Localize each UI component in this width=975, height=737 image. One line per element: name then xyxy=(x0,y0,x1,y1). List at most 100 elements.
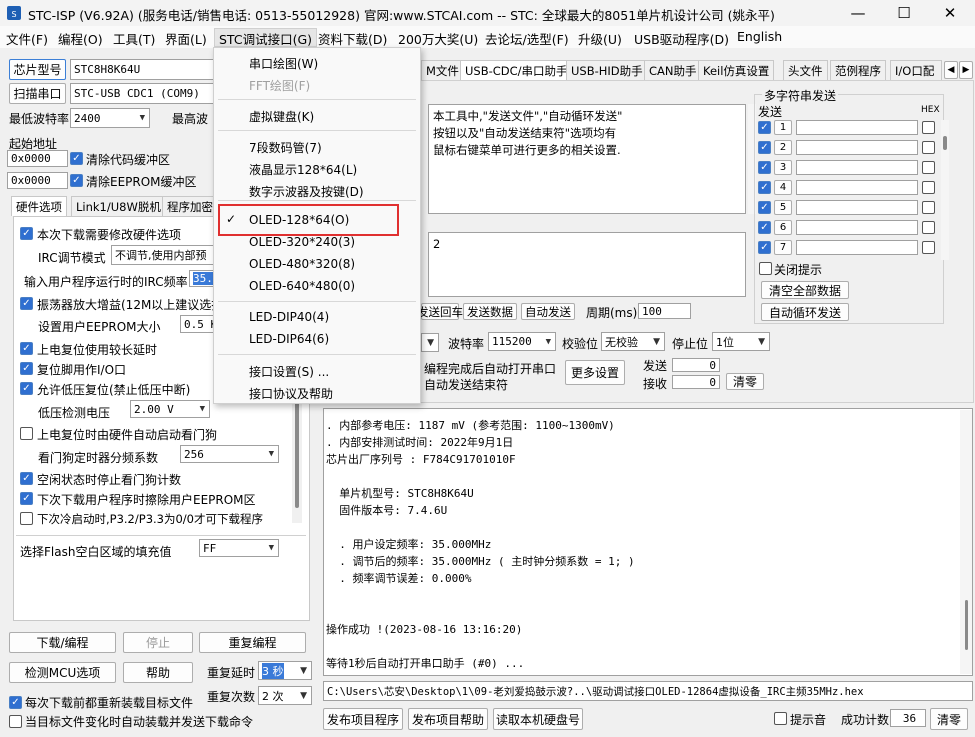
menu-tools[interactable]: 工具(T) xyxy=(113,29,155,48)
repeat-delay-select[interactable]: 3 秒 ▼ xyxy=(258,661,312,680)
check-mcu-button[interactable]: 检测MCU选项 xyxy=(9,662,116,683)
beep-checkbox[interactable] xyxy=(774,712,787,725)
tab-scroll-left-icon[interactable]: ◀ xyxy=(944,61,958,79)
menu-item-7seg[interactable]: 7段数码管(7) xyxy=(249,139,322,156)
multi-string-input[interactable] xyxy=(796,200,918,215)
multi-hex-checkbox[interactable] xyxy=(922,181,935,194)
menu-item-fft-plot[interactable]: FFT绘图(F) xyxy=(249,77,310,94)
osc-gain-checkbox[interactable]: ✓ xyxy=(20,297,33,310)
menu-item-led-dip40[interactable]: LED-DIP40(4) xyxy=(249,310,329,324)
maximize-button[interactable]: ☐ xyxy=(881,0,927,26)
menu-item-serial-plot[interactable]: 串口绘图(W) xyxy=(249,55,318,72)
port-settings-select[interactable]: ▼ xyxy=(421,333,439,352)
reprogram-button[interactable]: 重复编程 xyxy=(199,632,306,653)
min-baud-select[interactable]: 2400 ▼ xyxy=(70,108,150,128)
reload-each-checkbox[interactable]: ✓ xyxy=(9,696,22,709)
menu-item-led-dip64[interactable]: LED-DIP64(6) xyxy=(249,332,329,346)
stop-bits-select[interactable]: 1位 ▼ xyxy=(712,332,770,351)
publish-help-button[interactable]: 发布项目帮助 xyxy=(408,708,488,730)
tab-examples[interactable]: 范例程序 xyxy=(830,60,886,80)
repeat-count-select[interactable]: 2 次 ▼ xyxy=(258,686,312,705)
close-button[interactable]: ✕ xyxy=(927,0,973,26)
menu-upgrade[interactable]: 升级(U) xyxy=(578,29,622,48)
auto-send-button[interactable]: 自动发送 xyxy=(521,303,575,320)
multi-hex-checkbox[interactable] xyxy=(922,141,935,154)
multi-hex-checkbox[interactable] xyxy=(922,121,935,134)
idle-wdt-checkbox[interactable]: ✓ xyxy=(20,472,33,485)
start-address-field-1[interactable]: 0x0000 xyxy=(7,150,68,167)
multi-send-button[interactable]: 4 xyxy=(774,180,792,195)
read-disk-button[interactable]: 读取本机硬盘号 xyxy=(493,708,583,730)
multi-send-checkbox[interactable]: ✓ xyxy=(758,241,771,254)
auto-loop-button[interactable]: 自动循环发送 xyxy=(761,303,849,321)
eeprom-size-select[interactable]: 0.5 K xyxy=(180,315,216,333)
tab-encryption[interactable]: 程序加密 xyxy=(162,196,218,216)
low-volt-select[interactable]: 2.00 V ▼ xyxy=(130,400,210,418)
clear-success-button[interactable]: 清零 xyxy=(930,708,968,730)
irc-freq-input[interactable]: 35.0 xyxy=(189,270,216,287)
multi-send-checkbox[interactable]: ✓ xyxy=(758,141,771,154)
menu-item-interface-settings[interactable]: 接口设置(S) ... xyxy=(249,363,329,380)
multi-send-checkbox[interactable]: ✓ xyxy=(758,161,771,174)
clear-code-checkbox[interactable]: ✓ xyxy=(70,152,83,165)
clear-eeprom-checkbox[interactable]: ✓ xyxy=(70,174,83,187)
menu-file[interactable]: 文件(F) xyxy=(6,29,48,48)
menu-item-oled-640x480[interactable]: OLED-640*480(0) xyxy=(249,279,355,293)
multi-string-input[interactable] xyxy=(796,180,918,195)
publish-project-button[interactable]: 发布项目程序 xyxy=(323,708,403,730)
tab-usb-hid[interactable]: USB-HID助手 xyxy=(566,60,648,80)
multi-hex-checkbox[interactable] xyxy=(922,161,935,174)
multi-hex-checkbox[interactable] xyxy=(922,241,935,254)
multi-send-checkbox[interactable]: ✓ xyxy=(758,181,771,194)
more-settings-button[interactable]: 更多设置 xyxy=(565,360,625,385)
long-reset-checkbox[interactable]: ✓ xyxy=(20,342,33,355)
menu-item-virtual-keyboard[interactable]: 虚拟键盘(K) xyxy=(249,108,314,125)
menu-item-oled-128x64[interactable]: OLED-128*64(O) xyxy=(249,213,349,227)
scan-port-button[interactable]: 扫描串口 xyxy=(9,83,66,104)
download-button[interactable]: 下载/编程 xyxy=(9,632,116,653)
send-return-button[interactable]: 发送回车 xyxy=(417,303,463,320)
menu-prize[interactable]: 200万大奖(U) xyxy=(398,29,478,48)
cold-boot-checkbox[interactable] xyxy=(20,512,33,525)
menu-interface[interactable]: 界面(L) xyxy=(165,29,207,48)
clear-all-button[interactable]: 清空全部数据 xyxy=(761,281,849,299)
low-volt-reset-checkbox[interactable]: ✓ xyxy=(20,382,33,395)
port-select[interactable]: STC-USB CDC1 (COM9) xyxy=(70,83,215,104)
period-input[interactable]: 100 xyxy=(638,303,691,319)
menu-forum[interactable]: 去论坛/选型(F) xyxy=(485,29,569,48)
multi-string-input[interactable] xyxy=(796,160,918,175)
menu-download[interactable]: 资料下载(D) xyxy=(318,29,387,48)
parity-select[interactable]: 无校验 ▼ xyxy=(601,332,665,351)
multi-send-checkbox[interactable]: ✓ xyxy=(758,221,771,234)
multi-scrollbar[interactable] xyxy=(941,120,949,260)
tab-usb-cdc[interactable]: USB-CDC/串口助手 xyxy=(460,60,573,80)
multi-send-button[interactable]: 6 xyxy=(774,220,792,235)
multi-string-input[interactable] xyxy=(796,240,918,255)
irc-mode-select[interactable]: 不调节,使用内部预 xyxy=(111,245,216,265)
tab-scroll-right-icon[interactable]: ▶ xyxy=(959,61,973,79)
multi-string-input[interactable] xyxy=(796,140,918,155)
erase-eeprom-checkbox[interactable]: ✓ xyxy=(20,492,33,505)
menu-usb-driver[interactable]: USB驱动程序(D) xyxy=(634,29,729,48)
baud-select[interactable]: 115200 ▼ xyxy=(488,332,556,351)
tab-can[interactable]: CAN助手 xyxy=(644,60,702,80)
auto-reload-checkbox[interactable] xyxy=(9,715,22,728)
multi-send-button[interactable]: 5 xyxy=(774,200,792,215)
tab-hardware-options[interactable]: 硬件选项 xyxy=(11,196,67,216)
close-tip-checkbox[interactable] xyxy=(759,262,772,275)
tab-m-file[interactable]: M文件 xyxy=(421,60,464,80)
reset-io-checkbox[interactable]: ✓ xyxy=(20,362,33,375)
multi-hex-checkbox[interactable] xyxy=(922,221,935,234)
multi-string-input[interactable] xyxy=(796,220,918,235)
menu-stc-debug[interactable]: STC调试接口(G) xyxy=(214,28,318,47)
menu-item-oled-480x320[interactable]: OLED-480*320(8) xyxy=(249,257,355,271)
tab-keil[interactable]: Keil仿真设置 xyxy=(698,60,775,80)
multi-send-checkbox[interactable]: ✓ xyxy=(758,121,771,134)
multi-send-button[interactable]: 2 xyxy=(774,140,792,155)
help-button[interactable]: 帮助 xyxy=(123,662,193,683)
minimize-button[interactable]: — xyxy=(835,0,881,26)
menu-item-oled-320x240[interactable]: OLED-320*240(3) xyxy=(249,235,355,249)
menu-english[interactable]: English xyxy=(737,29,782,44)
chip-type-select[interactable]: STC8H8K64U xyxy=(70,59,215,80)
send-buffer[interactable]: 2 xyxy=(428,232,746,297)
